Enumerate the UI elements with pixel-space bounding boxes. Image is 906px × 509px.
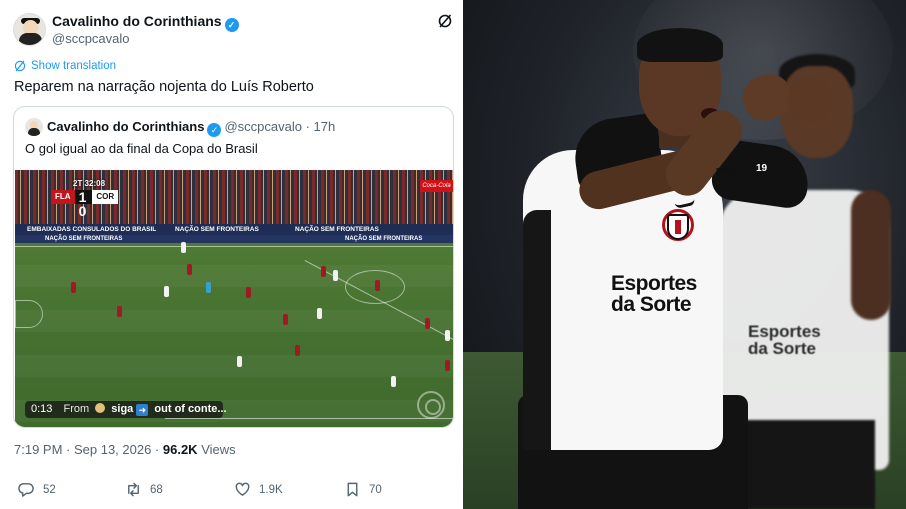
player <box>425 318 430 329</box>
quote-author-name: Cavalinho do Corinthians <box>47 119 205 134</box>
grok-icon[interactable] <box>437 13 453 29</box>
globe-emoji-icon <box>95 403 106 413</box>
ad-board-text: EMBAIXADAS CONSULADOS DO BRASIL <box>27 226 157 233</box>
player <box>317 308 322 319</box>
author-name[interactable]: Cavalinho do Corinthians ✓ <box>52 13 239 32</box>
quoted-tweet-card[interactable]: Cavalinho do Corinthians ✓ @sccpcavalo · 1… <box>13 106 454 428</box>
bookmark-button[interactable]: 70 <box>344 481 382 498</box>
touchline <box>15 246 453 247</box>
video-duration: 0:13 <box>31 403 53 415</box>
center-circle-arc <box>15 300 43 328</box>
corinthians-crest-icon <box>661 206 695 250</box>
translate-icon <box>14 60 26 72</box>
broadcaster-watermark-icon <box>417 391 445 419</box>
player <box>187 264 192 275</box>
sleeve-number: 19 <box>756 163 768 174</box>
repost-count: 68 <box>150 483 163 496</box>
quote-text: O gol igual ao da final da Copa do Brasi… <box>25 141 258 156</box>
player <box>206 282 211 293</box>
avatar[interactable] <box>13 13 46 46</box>
home-team: FLA <box>51 190 75 204</box>
reply-icon <box>18 483 34 497</box>
quote-header: Cavalinho do Corinthians ✓ @sccpcavalo · 1… <box>47 119 335 137</box>
shirt-sponsor: Esportes da Sorte <box>611 272 697 316</box>
repost-button[interactable]: 68 <box>125 481 163 498</box>
heart-icon <box>235 482 250 496</box>
repost-icon <box>128 482 139 497</box>
right-arrow-emoji-icon: ➜ <box>136 404 149 416</box>
player <box>375 280 380 291</box>
show-translation-label[interactable]: Show translation <box>31 60 116 72</box>
tweet-text: Reparem na narração nojenta do Luís Robe… <box>14 79 314 95</box>
player <box>445 330 450 341</box>
player <box>333 270 338 281</box>
player <box>117 306 122 317</box>
quote-avatar <box>25 118 43 136</box>
views-label: Views <box>197 442 236 457</box>
views-count: 96.2K <box>162 442 198 457</box>
bookmark-count: 70 <box>369 483 382 496</box>
player <box>237 356 242 367</box>
player <box>181 242 186 253</box>
ad-board-text: NAÇÃO SEM FRONTEIRAS <box>175 226 259 233</box>
video-source-part-1[interactable]: siga <box>111 403 133 415</box>
player <box>445 360 450 371</box>
match-clock: 2T 32:08 <box>73 179 106 188</box>
player <box>71 282 76 293</box>
player <box>164 286 169 297</box>
tweet-panel: Cavalinho do Corinthians ✓ @sccpcavalo Sh… <box>0 0 463 509</box>
teammate-sponsor: Esportes da Sorte <box>748 322 821 358</box>
ad-board-text: NAÇÃO SEM FRONTEIRAS <box>345 236 423 242</box>
sponsor-logo: Coca-Cola <box>420 180 453 192</box>
video-player[interactable]: EMBAIXADAS CONSULADOS DO BRASIL NAÇÃO SE… <box>15 170 453 427</box>
player <box>321 266 326 277</box>
jersey-side-panel <box>523 210 551 450</box>
action-bar: 52 68 1.9K 70 <box>18 481 458 501</box>
score: 1 0 <box>74 190 93 218</box>
like-count: 1.9K <box>259 483 283 496</box>
video-source-part-2[interactable]: out of conte... <box>154 403 226 415</box>
ad-board-text: NAÇÃO SEM FRONTEIRAS <box>295 226 379 233</box>
player <box>391 376 396 387</box>
reply-count: 52 <box>43 483 56 496</box>
verified-badge-icon: ✓ <box>224 18 239 32</box>
player <box>283 314 288 325</box>
verified-badge-icon: ✓ <box>207 123 222 137</box>
player-celebration-photo: Esportes da Sorte 30 PENA 19 Esportes da… <box>463 0 906 509</box>
video-info-overlay[interactable]: 0:13 From siga ➜ out of conte... <box>25 401 227 418</box>
timestamp-text[interactable]: 7:19 PM · Sep 13, 2026 · <box>14 442 163 457</box>
player <box>295 345 300 356</box>
teammate-arm <box>851 190 891 320</box>
quote-meta: @sccpcavalo · 17h <box>224 119 336 134</box>
shirt-tag: PENA <box>716 168 736 175</box>
player <box>246 287 251 298</box>
reply-button[interactable]: 52 <box>18 481 56 498</box>
from-label: From <box>63 403 90 415</box>
tweet-timestamp[interactable]: 7:19 PM · Sep 13, 2026 · 96.2K Views <box>14 442 236 457</box>
player-hair <box>637 28 723 62</box>
away-team: COR <box>92 190 119 204</box>
box-line-bottom <box>165 418 453 419</box>
ad-board-text: NAÇÃO SEM FRONTEIRAS <box>45 236 123 242</box>
author-name-text[interactable]: Cavalinho do Corinthians <box>52 13 222 29</box>
author-handle[interactable]: @sccpcavalo <box>52 31 130 46</box>
bookmark-icon <box>347 482 358 497</box>
show-translation-link[interactable]: Show translation <box>14 60 116 72</box>
like-button[interactable]: 1.9K <box>234 481 283 498</box>
